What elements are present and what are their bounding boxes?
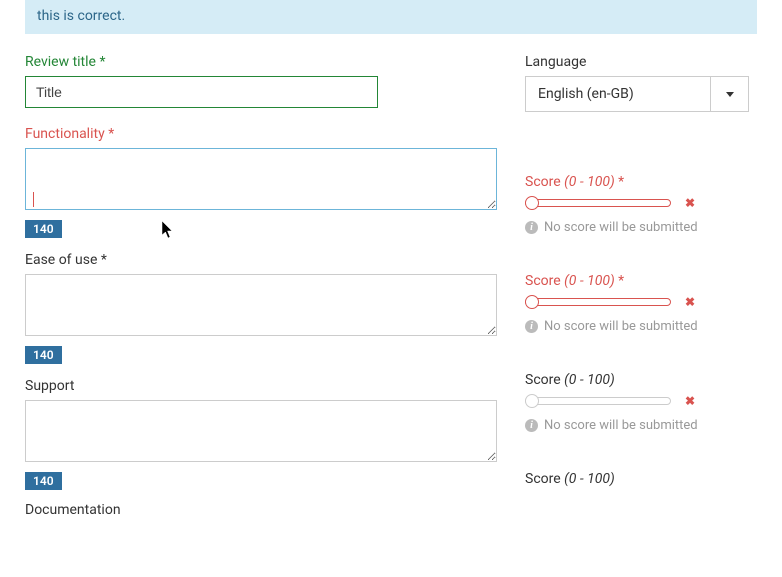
- score-ease: Score (0 - 100) * ✖ i No score will be s…: [525, 273, 757, 334]
- score-range: (0 - 100): [564, 471, 615, 487]
- info-icon: i: [525, 320, 538, 333]
- slider-thumb-2[interactable]: [525, 295, 539, 309]
- score-label-text: Score: [525, 273, 561, 289]
- score-row-3: ✖: [525, 394, 757, 408]
- required-asterisk: *: [99, 54, 105, 70]
- slider-thumb-1[interactable]: [525, 196, 539, 210]
- score-label-4: Score (0 - 100): [525, 471, 757, 487]
- score-functionality: Score (0 - 100) * ✖ i No score will be s…: [525, 174, 757, 235]
- support-field: Support 140: [25, 378, 505, 490]
- language-dropdown-button[interactable]: [711, 76, 749, 112]
- language-field: Language English (en-GB): [525, 54, 757, 112]
- ease-field: Ease of use * 140: [25, 252, 505, 364]
- support-label-text: Support: [25, 378, 74, 394]
- score-label-2: Score (0 - 100) *: [525, 273, 757, 289]
- text-cursor: [33, 192, 34, 207]
- score-range: (0 - 100): [564, 273, 615, 289]
- score-hint-text: No score will be submitted: [544, 418, 698, 433]
- score-slider-2[interactable]: [525, 298, 671, 306]
- ease-label-text: Ease of use: [25, 252, 97, 268]
- title-label: Review title *: [25, 54, 505, 70]
- title-field: Review title *: [25, 54, 505, 108]
- left-column: Review title * Functionality * 140 Ease …: [25, 54, 505, 524]
- functionality-counter: 140: [25, 220, 62, 238]
- score-range: (0 - 100): [564, 174, 615, 190]
- remove-icon[interactable]: ✖: [685, 196, 695, 210]
- info-banner: this is correct.: [25, 0, 757, 34]
- score-label-text: Score: [525, 471, 561, 487]
- language-label: Language: [525, 54, 757, 70]
- required-asterisk: *: [108, 126, 114, 142]
- score-hint-text: No score will be submitted: [544, 220, 698, 235]
- functionality-label-text: Functionality: [25, 126, 105, 142]
- ease-label: Ease of use *: [25, 252, 505, 268]
- required-asterisk: *: [101, 252, 107, 268]
- score-row-2: ✖: [525, 295, 757, 309]
- language-select[interactable]: English (en-GB): [525, 76, 749, 112]
- required-asterisk: *: [618, 174, 624, 190]
- support-textarea[interactable]: [25, 400, 497, 462]
- info-icon: i: [525, 221, 538, 234]
- functionality-field: Functionality * 140: [25, 126, 505, 238]
- score-label-1: Score (0 - 100) *: [525, 174, 757, 190]
- documentation-label-text: Documentation: [25, 502, 121, 518]
- documentation-field: Documentation: [25, 502, 505, 518]
- score-label-text: Score: [525, 372, 561, 388]
- required-asterisk: *: [618, 273, 624, 289]
- title-input[interactable]: [25, 76, 378, 108]
- ease-counter: 140: [25, 346, 62, 364]
- score-hint-text: No score will be submitted: [544, 319, 698, 334]
- chevron-down-icon: [726, 92, 734, 97]
- remove-icon[interactable]: ✖: [685, 295, 695, 309]
- right-column: Language English (en-GB) Score (0 - 100)…: [525, 54, 757, 524]
- title-label-text: Review title: [25, 54, 96, 70]
- remove-icon[interactable]: ✖: [685, 394, 695, 408]
- score-label-text: Score: [525, 174, 561, 190]
- score-documentation: Score (0 - 100): [525, 471, 757, 487]
- score-slider-3[interactable]: [525, 397, 671, 405]
- score-slider-1[interactable]: [525, 199, 671, 207]
- score-label-3: Score (0 - 100): [525, 372, 757, 388]
- ease-textarea[interactable]: [25, 274, 497, 336]
- score-support: Score (0 - 100) ✖ i No score will be sub…: [525, 372, 757, 433]
- language-value: English (en-GB): [525, 76, 711, 112]
- score-hint-1: i No score will be submitted: [525, 220, 757, 235]
- info-icon: i: [525, 419, 538, 432]
- form-container: Review title * Functionality * 140 Ease …: [0, 34, 782, 524]
- support-counter: 140: [25, 472, 62, 490]
- score-range: (0 - 100): [564, 372, 615, 388]
- support-label: Support: [25, 378, 505, 394]
- slider-thumb-3[interactable]: [525, 394, 539, 408]
- score-hint-3: i No score will be submitted: [525, 418, 757, 433]
- functionality-textarea[interactable]: [25, 148, 497, 210]
- info-banner-text: this is correct.: [37, 8, 125, 24]
- score-hint-2: i No score will be submitted: [525, 319, 757, 334]
- documentation-label: Documentation: [25, 502, 505, 518]
- functionality-label: Functionality *: [25, 126, 505, 142]
- score-row-1: ✖: [525, 196, 757, 210]
